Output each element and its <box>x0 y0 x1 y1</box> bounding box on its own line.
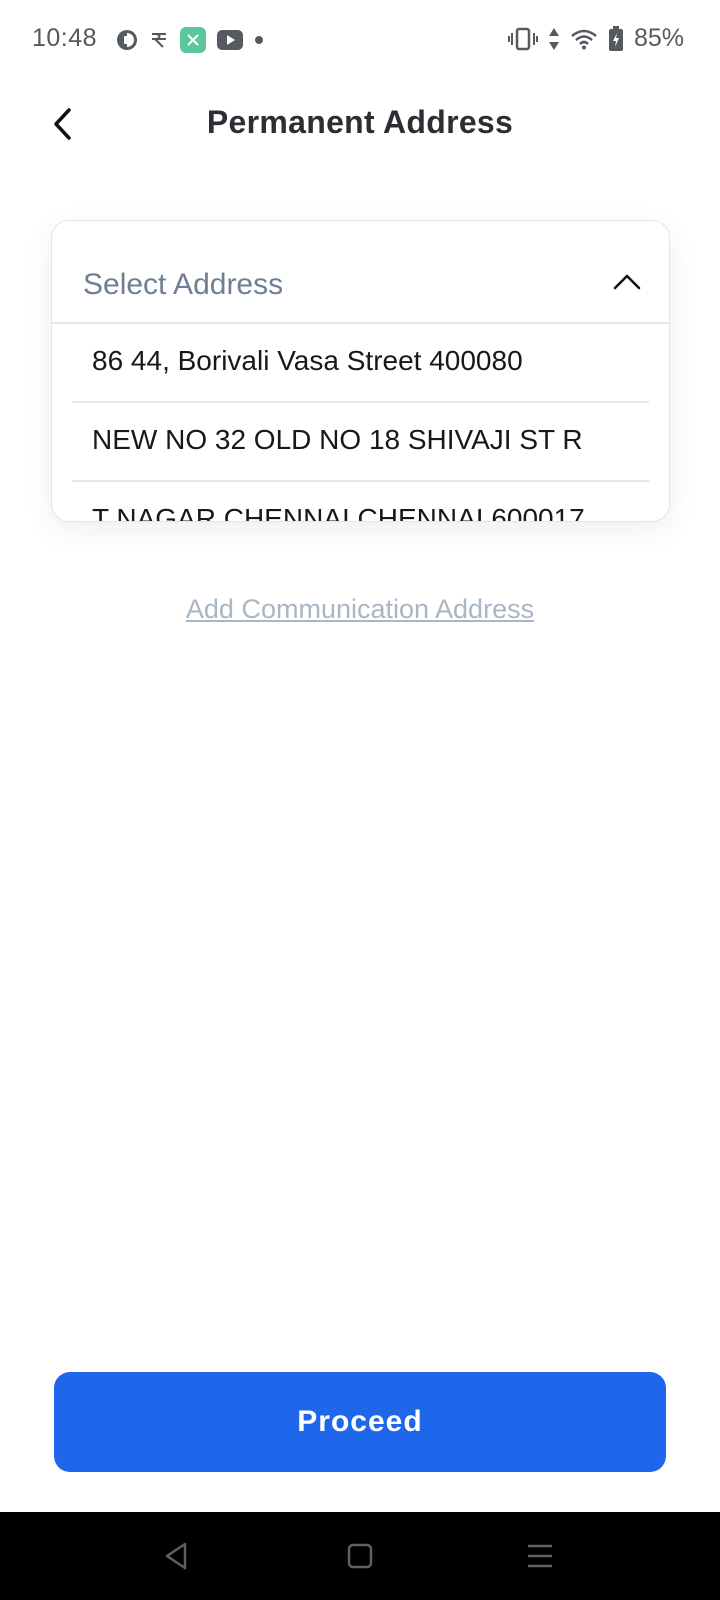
chevron-up-icon <box>613 274 641 290</box>
page-title: Permanent Address <box>206 104 514 140</box>
proceed-button[interactable]: Proceed <box>54 1372 666 1472</box>
vibrate-icon <box>507 27 538 51</box>
select-address-label: Select Address <box>83 268 284 301</box>
system-status: 85% <box>507 24 684 53</box>
address-option-text: NEW NO 32 OLD NO 18 SHIVAJI ST R <box>92 424 583 455</box>
address-option-text: 86 44, Borivali Vasa Street 400080 <box>92 345 523 376</box>
add-communication-address-link[interactable]: Add Communication Address <box>0 594 720 625</box>
address-option[interactable]: NEW NO 32 OLD NO 18 SHIVAJI ST R <box>72 403 649 482</box>
system-nav-bar <box>0 1512 720 1600</box>
triangle-back-icon <box>165 1542 187 1570</box>
wifi-icon <box>570 28 598 50</box>
nav-back-button[interactable] <box>158 1538 194 1574</box>
nav-menu-button[interactable] <box>522 1538 558 1574</box>
camera-app-icon <box>116 29 138 51</box>
address-select-toggle[interactable]: Select Address <box>52 221 669 324</box>
dot-icon <box>254 35 264 45</box>
data-arrows-icon <box>548 27 560 51</box>
menu-lines-icon <box>528 1544 552 1568</box>
battery-charging-icon <box>608 25 624 52</box>
battery-level: 85% <box>633 24 684 52</box>
status-bar: 10:48 85% <box>0 0 720 80</box>
app-icon-green <box>180 27 206 53</box>
app-header: Permanent Address <box>0 96 720 152</box>
notification-icons <box>116 27 264 53</box>
status-time: 10:48 <box>32 24 98 52</box>
address-option-text: T NAGAR CHENNAI CHENNAI 600017 <box>92 503 585 522</box>
address-option[interactable]: T NAGAR CHENNAI CHENNAI 600017 <box>72 482 649 522</box>
address-dropdown: Select Address 86 44, Borivali Vasa Stre… <box>51 220 670 522</box>
address-option-list: 86 44, Borivali Vasa Street 400080 NEW N… <box>72 324 649 522</box>
address-option[interactable]: 86 44, Borivali Vasa Street 400080 <box>72 324 649 403</box>
square-home-icon <box>347 1543 373 1569</box>
youtube-icon <box>217 30 243 50</box>
nav-home-button[interactable] <box>342 1538 378 1574</box>
rupee-icon <box>149 30 169 50</box>
